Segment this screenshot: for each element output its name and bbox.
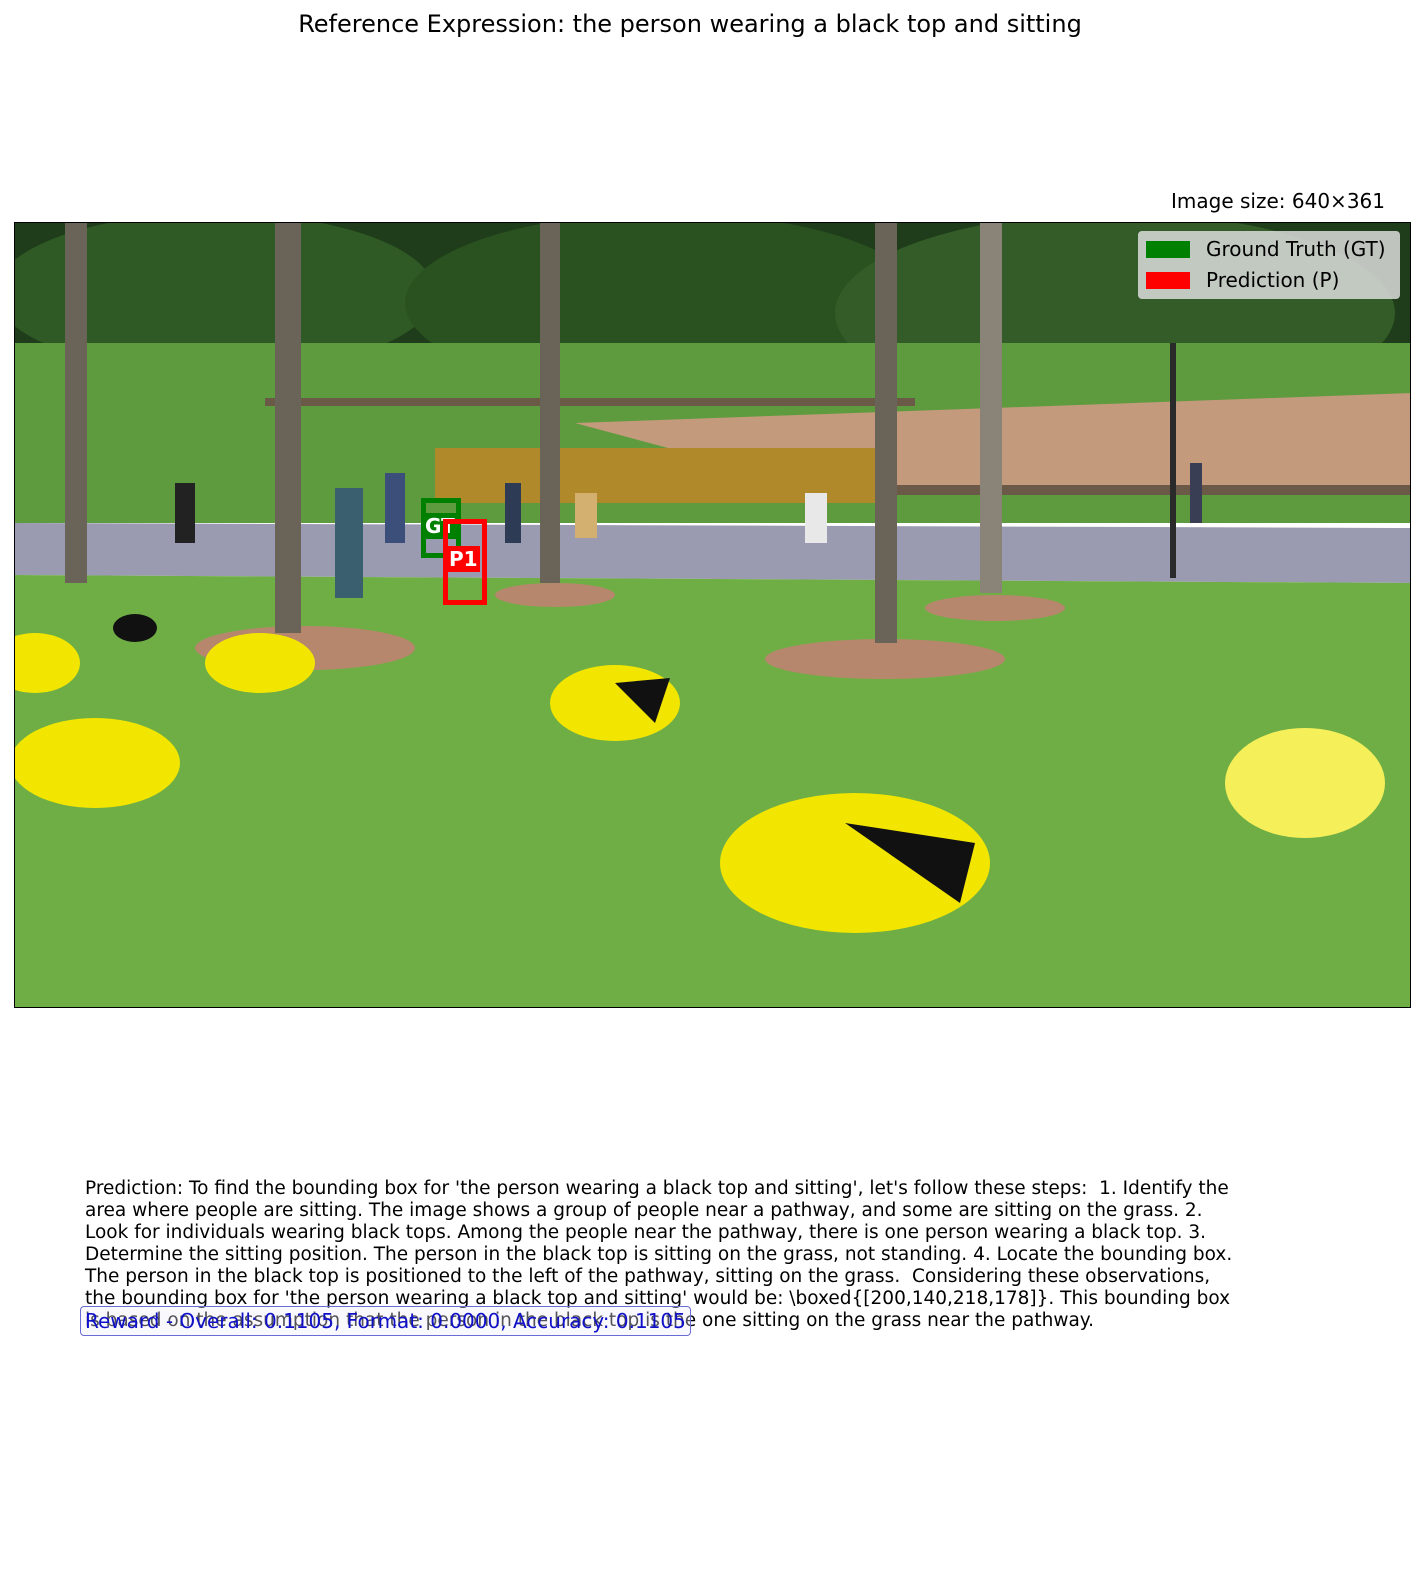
legend-label: Prediction (P)	[1206, 268, 1340, 292]
legend-swatch-prediction	[1146, 271, 1190, 289]
legend-item-prediction: Prediction (P)	[1146, 265, 1339, 295]
legend-label: Ground Truth (GT)	[1206, 237, 1386, 261]
reward-box: Reward - Overall: 0.1105, Format: 0.0000…	[80, 1306, 691, 1336]
image-size-label: Image size: 640×361	[1171, 189, 1385, 213]
scene-illustration	[15, 223, 1410, 1007]
scene-photo: GT P1 Ground Truth (GT) Prediction (P)	[14, 222, 1411, 1008]
legend-item-ground-truth: Ground Truth (GT)	[1146, 234, 1386, 264]
legend-swatch-ground-truth	[1146, 240, 1190, 258]
legend: Ground Truth (GT) Prediction (P)	[1138, 231, 1400, 299]
prediction-box-p1-label: P1	[447, 546, 480, 572]
figure-title: Reference Expression: the person wearing…	[298, 10, 1082, 38]
